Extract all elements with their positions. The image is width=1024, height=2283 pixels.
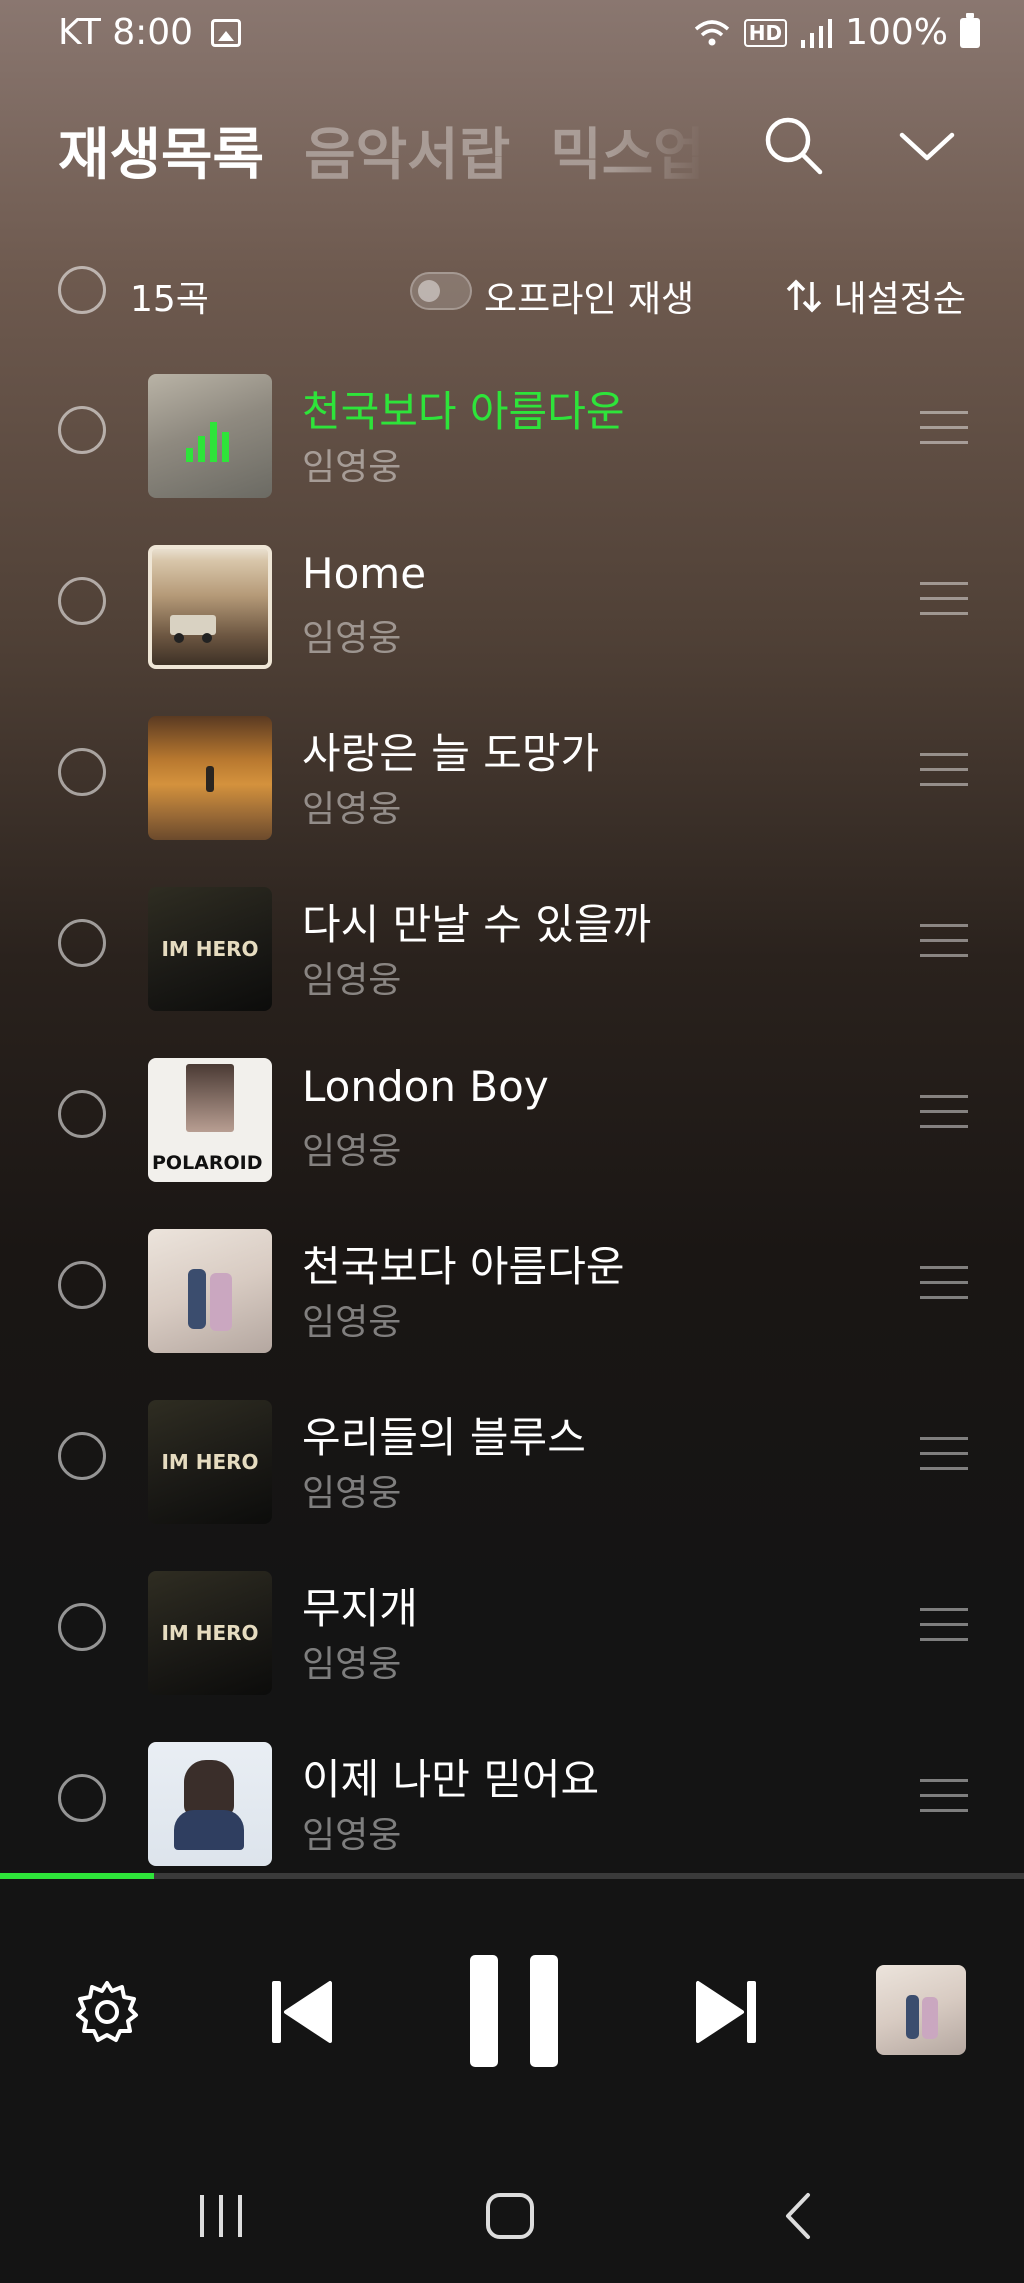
select-checkbox[interactable] [58, 1774, 106, 1822]
song-title: 우리들의 블루스 [302, 1413, 586, 1462]
select-all-checkbox[interactable] [58, 266, 106, 314]
album-art [148, 716, 272, 840]
list-item[interactable]: Home 임영웅 [0, 527, 1024, 677]
image-notification-icon [211, 18, 242, 47]
song-title: 천국보다 아름다운 [302, 387, 625, 436]
song-title: 이제 나만 믿어요 [302, 1755, 600, 1804]
list-item[interactable]: IM HERO 다시 만날 수 있을까 임영웅 [0, 869, 1024, 1019]
drag-handle-icon[interactable] [920, 1779, 968, 1824]
sort-button[interactable]: 내설정순 [784, 270, 966, 322]
album-art: IM HERO [148, 887, 272, 1011]
list-item[interactable]: IM HERO 무지개 임영웅 [0, 1553, 1024, 1703]
album-art-text: IM HERO [161, 1621, 259, 1645]
list-item[interactable]: 천국보다 아름다운 임영웅 [0, 1211, 1024, 1361]
battery-percent: 100% [845, 12, 948, 53]
chevron-down-icon[interactable] [892, 110, 962, 180]
next-icon[interactable] [692, 1975, 762, 2049]
song-title: 사랑은 늘 도망가 [302, 729, 600, 778]
drag-handle-icon[interactable] [920, 411, 968, 456]
select-checkbox[interactable] [58, 406, 106, 454]
select-checkbox[interactable] [58, 748, 106, 796]
album-art: POLAROID [148, 1058, 272, 1182]
now-playing-equalizer-icon [186, 422, 229, 462]
drag-handle-icon[interactable] [920, 924, 968, 969]
drag-handle-icon[interactable] [920, 582, 968, 627]
song-artist: 임영웅 [302, 618, 402, 659]
song-artist: 임영웅 [302, 447, 402, 488]
drag-handle-icon[interactable] [920, 1266, 968, 1311]
search-icon[interactable] [758, 110, 828, 180]
album-art-text: IM HERO [161, 1450, 259, 1474]
select-checkbox[interactable] [58, 1261, 106, 1309]
song-artist: 임영웅 [302, 1302, 402, 1343]
previous-icon[interactable] [266, 1975, 336, 2049]
tab-music-drawer[interactable]: 음악서랍 [304, 110, 510, 191]
album-art [148, 1229, 272, 1353]
song-artist: 임영웅 [302, 1644, 402, 1685]
list-item[interactable]: 사랑은 늘 도망가 임영웅 [0, 698, 1024, 848]
select-checkbox[interactable] [58, 577, 106, 625]
select-checkbox[interactable] [58, 1432, 106, 1480]
header-tabs: 재생목록 음악서랍 믹스업 [58, 110, 705, 191]
tab-mixup[interactable]: 믹스업 [550, 110, 705, 191]
offline-label: 오프라인 재생 [484, 279, 695, 320]
song-title: 무지개 [302, 1584, 418, 1633]
album-art-text: POLAROID [152, 1152, 263, 1174]
song-title: 다시 만날 수 있을까 [302, 900, 652, 949]
list-item[interactable]: 이제 나만 믿어요 임영웅 [0, 1724, 1024, 1874]
now-playing-album-art[interactable] [876, 1965, 966, 2055]
drag-handle-icon[interactable] [920, 1608, 968, 1653]
signal-icon [801, 18, 833, 48]
status-bar: KT 8:00 HD 100% [0, 0, 1024, 70]
list-toolbar: 15곡 오프라인 재생 내설정순 [0, 262, 1024, 322]
song-artist: 임영웅 [302, 1473, 402, 1514]
album-art-text: IM HERO [161, 937, 259, 961]
sort-label: 내설정순 [833, 279, 966, 320]
recent-apps-icon[interactable] [196, 2193, 246, 2239]
offline-toggle[interactable] [410, 272, 472, 310]
pause-icon[interactable] [464, 1951, 564, 2071]
song-artist: 임영웅 [302, 789, 402, 830]
home-icon[interactable] [484, 2191, 536, 2241]
select-checkbox[interactable] [58, 1090, 106, 1138]
settings-icon[interactable] [72, 1977, 142, 2047]
song-artist: 임영웅 [302, 1815, 402, 1856]
battery-icon [960, 12, 980, 48]
song-title: 천국보다 아름다운 [302, 1242, 625, 1291]
carrier-time: KT 8:00 [58, 12, 194, 53]
mini-player [0, 1879, 1024, 2139]
track-count: 15곡 [130, 279, 209, 320]
album-art [148, 1742, 272, 1866]
tab-playlist[interactable]: 재생목록 [58, 110, 264, 191]
list-item[interactable]: POLAROID London Boy 임영웅 [0, 1040, 1024, 1190]
drag-handle-icon[interactable] [920, 1437, 968, 1482]
song-artist: 임영웅 [302, 1131, 402, 1172]
list-item[interactable]: IM HERO 우리들의 블루스 임영웅 [0, 1382, 1024, 1532]
album-art: IM HERO [148, 1571, 272, 1695]
song-artist: 임영웅 [302, 960, 402, 1001]
select-checkbox[interactable] [58, 1603, 106, 1651]
drag-handle-icon[interactable] [920, 1095, 968, 1140]
sort-icon [786, 279, 821, 313]
hd-voice-icon: HD [743, 18, 788, 47]
album-art [148, 545, 272, 669]
song-title: London Boy [302, 1062, 549, 1111]
wifi-icon [694, 19, 729, 45]
select-checkbox[interactable] [58, 919, 106, 967]
album-art [148, 374, 272, 498]
system-navigation-bar [0, 2139, 1024, 2283]
album-art: IM HERO [148, 1400, 272, 1524]
song-title: Home [302, 549, 427, 598]
list-item[interactable]: 천국보다 아름다운 임영웅 [0, 356, 1024, 506]
drag-handle-icon[interactable] [920, 753, 968, 798]
back-icon[interactable] [780, 2191, 816, 2241]
